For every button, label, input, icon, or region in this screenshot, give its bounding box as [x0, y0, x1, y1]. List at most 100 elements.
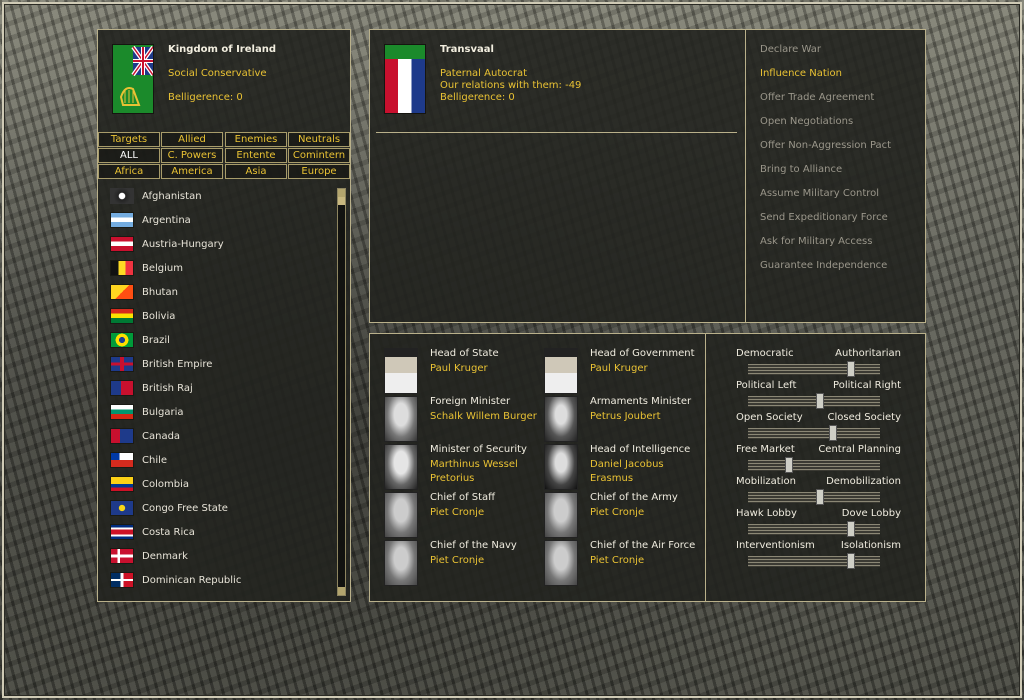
belgium-flag-icon: [110, 260, 134, 276]
cabinet-slot[interactable]: Chief of the Army Piet Cronje: [544, 492, 704, 538]
offer-non-aggression-pact-button[interactable]: Offer Non-Aggression Pact: [760, 140, 891, 151]
policy-slider[interactable]: Democratic Authoritarian: [736, 348, 901, 380]
diplomatic-actions: Declare War Influence Nation Offer Trade…: [745, 30, 926, 322]
send-expeditionary-force-button[interactable]: Send Expeditionary Force: [760, 212, 888, 223]
target-relations: Our relations with them: -49: [440, 80, 582, 91]
slider-track[interactable]: [748, 553, 880, 569]
cabinet-slot[interactable]: Head of Intelligence Daniel Jacobus Erasm…: [544, 444, 704, 490]
filter-entente[interactable]: Entente: [225, 148, 287, 163]
cabinet-slot[interactable]: Armaments Minister Petrus Joubert: [544, 396, 704, 442]
slider-knob[interactable]: [847, 521, 855, 537]
slider-knob[interactable]: [816, 489, 824, 505]
filter-asia[interactable]: Asia: [225, 164, 287, 179]
country-list-scrollbar[interactable]: [337, 188, 346, 596]
policy-section: Democratic Authoritarian Political Left Po…: [705, 334, 926, 601]
government-panel: Head of State Paul Kruger Head of Governm…: [369, 333, 926, 602]
scroll-thumb[interactable]: [338, 197, 345, 205]
country-row[interactable]: Congo Free State: [110, 496, 332, 520]
portrait-icon: [544, 444, 578, 490]
country-row[interactable]: Bulgaria: [110, 400, 332, 424]
filter-comintern[interactable]: Comintern: [288, 148, 350, 163]
country-row[interactable]: Denmark: [110, 544, 332, 568]
policy-slider[interactable]: Free Market Central Planning: [736, 444, 901, 476]
scroll-up-arrow-icon[interactable]: [338, 189, 345, 197]
brazil-flag-icon: [110, 332, 134, 348]
country-row[interactable]: Costa Rica: [110, 520, 332, 544]
cabinet-slot[interactable]: Head of Government Paul Kruger: [544, 348, 704, 394]
country-list-panel: Kingdom of Ireland Social Conservative B…: [97, 29, 351, 602]
slider-track[interactable]: [748, 457, 880, 473]
country-row[interactable]: Argentina: [110, 208, 332, 232]
country-row[interactable]: Colombia: [110, 472, 332, 496]
portrait-icon: [544, 348, 578, 394]
colombia-flag-icon: [110, 476, 134, 492]
slider-knob[interactable]: [816, 393, 824, 409]
policy-slider[interactable]: Mobilization Demobilization: [736, 476, 901, 508]
cabinet-slot[interactable]: Foreign Minister Schalk Willem Burger: [384, 396, 544, 442]
country-row[interactable]: Austria-Hungary: [110, 232, 332, 256]
cabinet-slot[interactable]: Minister of Security Marthinus Wessel Pre…: [384, 444, 544, 490]
slider-knob[interactable]: [847, 361, 855, 377]
slider-knob[interactable]: [785, 457, 793, 473]
congo-free-state-flag-icon: [110, 500, 134, 516]
policy-slider[interactable]: Interventionism Isolationism: [736, 540, 901, 572]
scroll-down-arrow-icon[interactable]: [338, 587, 345, 595]
portrait-icon: [384, 396, 418, 442]
slider-knob[interactable]: [847, 553, 855, 569]
bring-to-alliance-button[interactable]: Bring to Alliance: [760, 164, 842, 175]
policy-slider[interactable]: Hawk Lobby Dove Lobby: [736, 508, 901, 540]
slider-track[interactable]: [748, 393, 880, 409]
portrait-icon: [384, 348, 418, 394]
filter-america[interactable]: America: [161, 164, 223, 179]
filter-europe[interactable]: Europe: [288, 164, 350, 179]
filter-central-powers[interactable]: C. Powers: [161, 148, 223, 163]
target-divider: [376, 132, 737, 133]
assume-military-control-button[interactable]: Assume Military Control: [760, 188, 879, 199]
british-empire-flag-icon: [110, 356, 134, 372]
ask-military-access-button[interactable]: Ask for Military Access: [760, 236, 872, 247]
cabinet-section: Head of State Paul Kruger Head of Governm…: [384, 348, 704, 593]
filter-africa[interactable]: Africa: [98, 164, 160, 179]
country-row[interactable]: Chile: [110, 448, 332, 472]
country-row[interactable]: Canada: [110, 424, 332, 448]
player-flag: [112, 44, 154, 114]
open-negotiations-button[interactable]: Open Negotiations: [760, 116, 853, 127]
cabinet-slot[interactable]: Chief of the Air Force Piet Cronje: [544, 540, 704, 586]
target-country-name: Transvaal: [440, 44, 494, 55]
slider-track[interactable]: [748, 489, 880, 505]
country-row[interactable]: British Empire: [110, 352, 332, 376]
policy-slider[interactable]: Open Society Closed Society: [736, 412, 901, 444]
cabinet-slot[interactable]: Chief of the Navy Piet Cronje: [384, 540, 544, 586]
slider-track[interactable]: [748, 361, 880, 377]
guarantee-independence-button[interactable]: Guarantee Independence: [760, 260, 887, 271]
slider-track[interactable]: [748, 521, 880, 537]
offer-trade-agreement-button[interactable]: Offer Trade Agreement: [760, 92, 874, 103]
cabinet-slot[interactable]: Chief of Staff Piet Cronje: [384, 492, 544, 538]
argentina-flag-icon: [110, 212, 134, 228]
declare-war-button[interactable]: Declare War: [760, 44, 821, 55]
slider-track[interactable]: [748, 425, 880, 441]
ireland-flag-icon: [113, 45, 153, 113]
influence-nation-button[interactable]: Influence Nation: [760, 68, 842, 79]
cabinet-slot[interactable]: Head of State Paul Kruger: [384, 348, 544, 394]
portrait-icon: [544, 540, 578, 586]
country-row[interactable]: Bhutan: [110, 280, 332, 304]
denmark-flag-icon: [110, 548, 134, 564]
portrait-icon: [544, 492, 578, 538]
target-flag: [384, 44, 426, 114]
country-row[interactable]: Bolivia: [110, 304, 332, 328]
filter-enemies[interactable]: Enemies: [225, 132, 287, 147]
filter-targets[interactable]: Targets: [98, 132, 160, 147]
filter-allied[interactable]: Allied: [161, 132, 223, 147]
country-row[interactable]: British Raj: [110, 376, 332, 400]
filter-all[interactable]: ALL: [98, 148, 160, 163]
target-ideology: Paternal Autocrat: [440, 68, 528, 79]
filter-neutrals[interactable]: Neutrals: [288, 132, 350, 147]
transvaal-flag-stripe: [385, 45, 425, 59]
country-row[interactable]: Belgium: [110, 256, 332, 280]
country-row[interactable]: Afghanistan: [110, 184, 332, 208]
policy-slider[interactable]: Political Left Political Right: [736, 380, 901, 412]
country-row[interactable]: Brazil: [110, 328, 332, 352]
country-row[interactable]: Dominican Republic: [110, 568, 332, 592]
slider-knob[interactable]: [829, 425, 837, 441]
